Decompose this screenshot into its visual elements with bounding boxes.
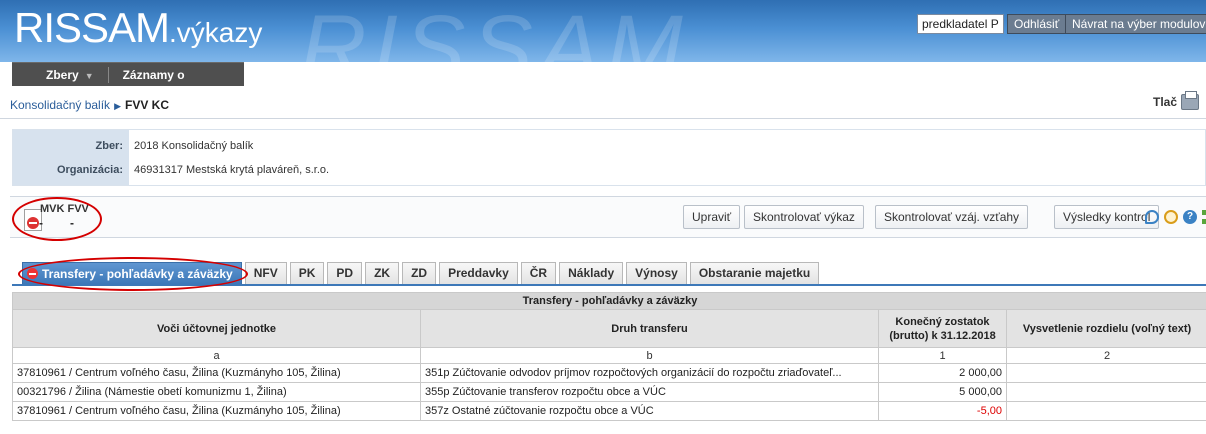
tab-nfv[interactable]: NFV (244, 262, 287, 284)
column-index-row: a b 1 2 (12, 347, 1206, 364)
table-cell-explanation[interactable] (1005, 382, 1206, 402)
divider (0, 118, 1206, 119)
check-report-button[interactable]: Skontrolovať výkaz (744, 205, 864, 229)
breadcrumb-parent-link[interactable]: Konsolidačný balík (10, 98, 110, 112)
header-watermark: RISSAM (300, 0, 689, 62)
column-header: Voči účtovnej jednotke (12, 309, 421, 348)
nav-item-zbery[interactable]: Zbery ▼ (12, 63, 108, 87)
app-header: RISSAM RISSAM.výkazy predkladatel P Odhl… (0, 0, 1206, 62)
column-header: Vysvetlenie rozdielu (voľný text) (1005, 309, 1206, 348)
tab-zd[interactable]: ZD (402, 262, 437, 284)
report-info-panel: Zber: 2018 Konsolidačný balík Organizáci… (12, 129, 1206, 186)
table-cell-entity[interactable]: 37810961 / Centrum voľného času, Žilina … (12, 363, 421, 383)
zber-label: Zber: (95, 140, 124, 152)
nav-item-zbery-label: Zbery (46, 67, 79, 82)
report-toolbar: MVK FVV - - Upraviť Skontrolovať výkaz S… (10, 196, 1206, 238)
table-cell-transfer-type[interactable]: 357z Ostatné zúčtovanie rozpočtu obce a … (420, 401, 879, 421)
table-cell-entity[interactable]: 37810961 / Centrum voľného času, Žilina … (12, 401, 421, 421)
expand-icon[interactable] (1202, 210, 1206, 224)
table-row[interactable]: 00321796 / Žilina (Námestie obetí komuni… (12, 382, 1206, 402)
transfers-table: Transfery - pohľadávky a záväzky Voči úč… (11, 292, 1206, 421)
tab-preddavky[interactable]: Preddavky (439, 262, 518, 284)
chevron-down-icon: ▼ (84, 70, 94, 81)
comment-icon[interactable] (1145, 210, 1159, 224)
help-icon[interactable]: ? (1183, 210, 1197, 224)
table-cell-transfer-type[interactable]: 351p Zúčtovanie odvodov príjmov rozpočto… (420, 363, 879, 383)
logout-button[interactable]: Odhlásiť (1007, 14, 1067, 34)
annotation-ellipse-toolbar (12, 197, 102, 241)
history-icon[interactable] (1164, 210, 1178, 224)
breadcrumb: Konsolidačný balík ▶ FVV KC (10, 98, 169, 112)
organization-label: Organizácia: (56, 164, 123, 176)
printer-icon (1181, 91, 1200, 110)
print-button[interactable]: Tlač (1153, 91, 1200, 110)
table-cell-balance[interactable]: -5,00 (878, 401, 1007, 421)
breadcrumb-current: FVV KC (124, 98, 169, 112)
tab-pd[interactable]: PD (327, 262, 363, 284)
table-cell-balance[interactable]: 2 000,00 (878, 363, 1007, 383)
user-field[interactable]: predkladatel P (917, 14, 1004, 34)
tab-cr[interactable]: ČR (520, 262, 557, 284)
table-title: Transfery - pohľadávky a záväzky (11, 292, 1206, 310)
column-header: Druh transferu (420, 309, 879, 348)
table-cell-transfer-type[interactable]: 355p Zúčtovanie transferov rozpočtu obce… (420, 382, 879, 402)
table-title-row: Transfery - pohľadávky a záväzky (11, 292, 1206, 310)
tab-naklady[interactable]: Náklady (559, 262, 624, 284)
table-header-row: Voči účtovnej jednotke Druh transferu Ko… (12, 309, 1206, 348)
logo-sub: .výkazy (169, 17, 263, 48)
tab-obstaranie-majetku[interactable]: Obstaranie majetku (689, 262, 820, 284)
table-row[interactable]: 37810961 / Centrum voľného času, Žilina … (12, 363, 1206, 383)
table-cell-explanation[interactable] (1005, 363, 1206, 383)
control-results-button[interactable]: Výsledky kontrol (1054, 205, 1160, 229)
app-logo[interactable]: RISSAM.výkazy (14, 4, 262, 52)
tab-vynosy[interactable]: Výnosy (626, 262, 687, 284)
table-cell-balance[interactable]: 5 000,00 (878, 382, 1007, 402)
column-index: 2 (1005, 347, 1206, 364)
logo-main: RISSAM (14, 4, 170, 51)
check-relations-button[interactable]: Skontrolovať vzáj. vzťahy (875, 205, 1029, 229)
column-header: Konečný zostatok (brutto) k 31.12.2018 (878, 309, 1007, 348)
table-cell-entity[interactable]: 00321796 / Žilina (Námestie obetí komuni… (12, 382, 421, 402)
column-index: a (12, 347, 421, 364)
back-to-modules-button[interactable]: Návrat na výber modulov (1065, 14, 1206, 34)
zber-value: 2018 Konsolidačný balík (134, 140, 254, 152)
table-row[interactable]: 37810961 / Centrum voľného času, Žilina … (12, 401, 1206, 421)
organization-value: 46931317 Mestská krytá plaváreň, s.r.o. (134, 164, 330, 176)
toolbar-icons: ? (1145, 210, 1206, 224)
edit-button[interactable]: Upraviť (683, 205, 741, 229)
chevron-right-icon: ▶ (114, 101, 121, 111)
annotation-ellipse-tab (18, 257, 248, 291)
tab-zk[interactable]: ZK (365, 262, 400, 284)
column-index: 1 (878, 347, 1007, 364)
main-nav: Zbery ▼ Záznamy o importe (12, 62, 244, 106)
column-index: b (420, 347, 879, 364)
nav-item-import-records[interactable]: Záznamy o importe (109, 63, 244, 106)
print-label: Tlač (1153, 95, 1178, 109)
table-cell-explanation[interactable] (1005, 401, 1206, 421)
tab-pk[interactable]: PK (289, 262, 325, 284)
